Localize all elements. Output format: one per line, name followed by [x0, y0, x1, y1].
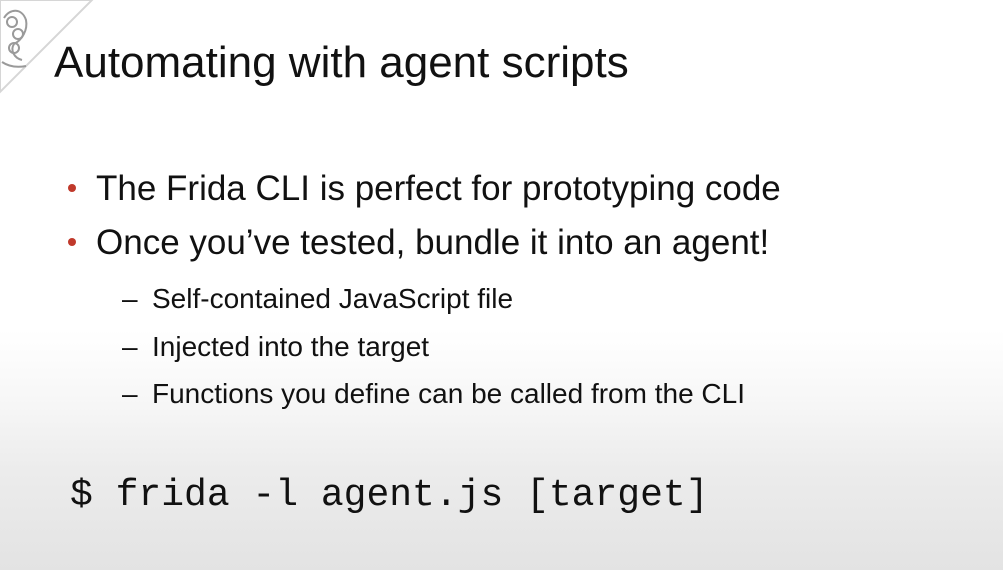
dash-marker: –	[122, 378, 138, 410]
sub-bullet-text: Self-contained JavaScript file	[152, 283, 514, 314]
bullet-list: The Frida CLI is perfect for prototyping…	[68, 168, 781, 276]
sub-bullet-item: – Injected into the target	[122, 330, 745, 364]
dash-marker: –	[122, 330, 138, 362]
sub-bullet-item: – Self-contained JavaScript file	[122, 282, 745, 316]
bullet-dot-icon	[68, 238, 76, 246]
bullet-text: Once you’ve tested, bundle it into an ag…	[96, 223, 770, 262]
sub-bullet-text: Injected into the target	[152, 330, 430, 362]
sub-bullet-item: – Functions you define can be called fro…	[122, 377, 745, 411]
bullet-item: The Frida CLI is perfect for prototyping…	[68, 168, 781, 210]
bullet-item: Once you’ve tested, bundle it into an ag…	[68, 222, 781, 264]
command-example: $ frida -l agent.js [target]	[70, 474, 709, 517]
sub-bullet-text: Functions you define can be called from …	[152, 378, 746, 410]
sub-bullet-list: – Self-contained JavaScript file – Injec…	[122, 282, 745, 425]
bullet-dot-icon	[68, 184, 76, 192]
dash-marker: –	[122, 283, 138, 314]
bullet-text: The Frida CLI is perfect for prototyping…	[96, 169, 781, 208]
slide-title: Automating with agent scripts	[54, 38, 629, 87]
